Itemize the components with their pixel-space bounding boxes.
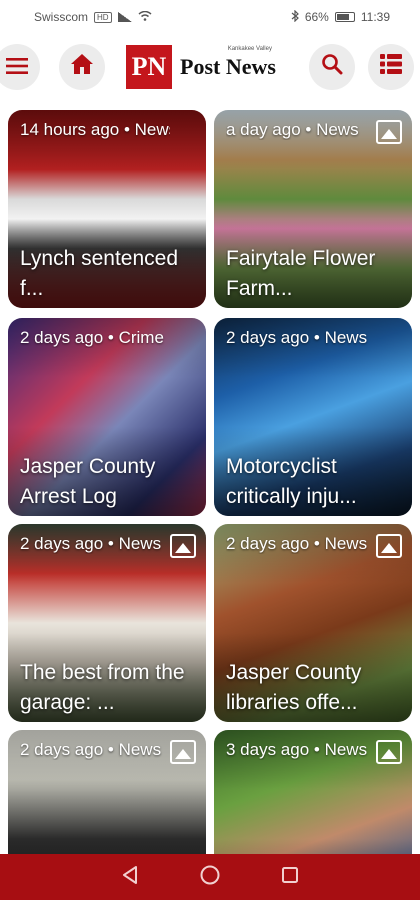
status-bar: Swisscom HD 66% 11:39 — [0, 0, 420, 34]
logo-mark: PN — [126, 45, 172, 89]
battery-percent: 66% — [304, 10, 329, 24]
article-grid: 14 hours ago • News Lynch sentenced f...… — [0, 106, 420, 854]
brand-logo: PN Kankakee Valley Post News — [126, 45, 276, 89]
system-nav-bar — [0, 854, 420, 900]
article-title: Fairytale Flower Farm... — [226, 247, 376, 300]
article-title: Motorcyclist critically inju... — [226, 455, 357, 508]
article-meta: 3 days ago • News — [226, 740, 368, 759]
recents-icon — [281, 866, 299, 889]
article-card[interactable]: 3 days ago • News — [214, 730, 412, 854]
battery-icon — [334, 12, 355, 22]
home-icon — [70, 53, 94, 81]
clock: 11:39 — [360, 10, 390, 24]
article-card[interactable]: 2 days ago • News — [8, 730, 206, 854]
logo-subtitle: Kankakee Valley — [227, 46, 272, 52]
article-card[interactable]: 2 days ago • Crime Jasper County Arrest … — [8, 318, 206, 516]
article-title: Lynch sentenced f... — [20, 247, 179, 300]
search-icon — [321, 53, 343, 81]
network-badge: HD — [94, 11, 112, 23]
back-button[interactable] — [118, 865, 142, 889]
menu-icon — [6, 54, 28, 80]
logo-name: Kankakee Valley Post News — [180, 46, 276, 80]
article-card[interactable]: 2 days ago • News Motorcyclist criticall… — [214, 318, 412, 516]
home-circle-icon — [199, 864, 221, 891]
article-title: Jasper County Arrest Log — [20, 455, 156, 508]
article-title: The best from the garage: ... — [20, 661, 185, 714]
article-card[interactable]: a day ago • News Fairytale Flower Farm..… — [214, 110, 412, 308]
back-icon — [121, 865, 139, 890]
logo-title: Post News — [180, 54, 276, 79]
gallery-icon — [376, 534, 402, 558]
gallery-icon — [170, 534, 196, 558]
bluetooth-icon — [291, 9, 299, 25]
article-card[interactable]: 2 days ago • News Jasper County librarie… — [214, 524, 412, 722]
home-button[interactable] — [59, 44, 105, 90]
gallery-icon — [376, 120, 402, 144]
article-meta: 2 days ago • News — [20, 534, 162, 553]
list-view-button[interactable] — [368, 44, 414, 90]
article-meta: 2 days ago • News — [20, 740, 162, 759]
recents-button[interactable] — [278, 865, 302, 889]
article-card[interactable]: 2 days ago • News The best from the gara… — [8, 524, 206, 722]
article-meta: 2 days ago • News — [226, 328, 368, 347]
article-title: Jasper County libraries offe... — [226, 661, 362, 714]
carrier-label: Swisscom — [34, 10, 89, 24]
article-meta: 14 hours ago • News — [20, 120, 170, 139]
signal-icon — [117, 12, 132, 22]
search-button[interactable] — [309, 44, 355, 90]
wifi-icon — [138, 10, 152, 24]
gallery-icon — [170, 740, 196, 764]
home-nav-button[interactable] — [198, 865, 222, 889]
status-left: Swisscom HD — [34, 10, 152, 24]
app-header: PN Kankakee Valley Post News — [0, 34, 420, 100]
list-icon — [380, 54, 402, 80]
menu-button[interactable] — [0, 44, 40, 90]
article-meta: 2 days ago • News — [226, 534, 368, 553]
status-right: 66% 11:39 — [291, 9, 390, 25]
gallery-icon — [376, 740, 402, 764]
article-meta: a day ago • News — [226, 120, 359, 139]
article-card[interactable]: 14 hours ago • News Lynch sentenced f... — [8, 110, 206, 308]
article-meta: 2 days ago • Crime — [20, 328, 164, 347]
